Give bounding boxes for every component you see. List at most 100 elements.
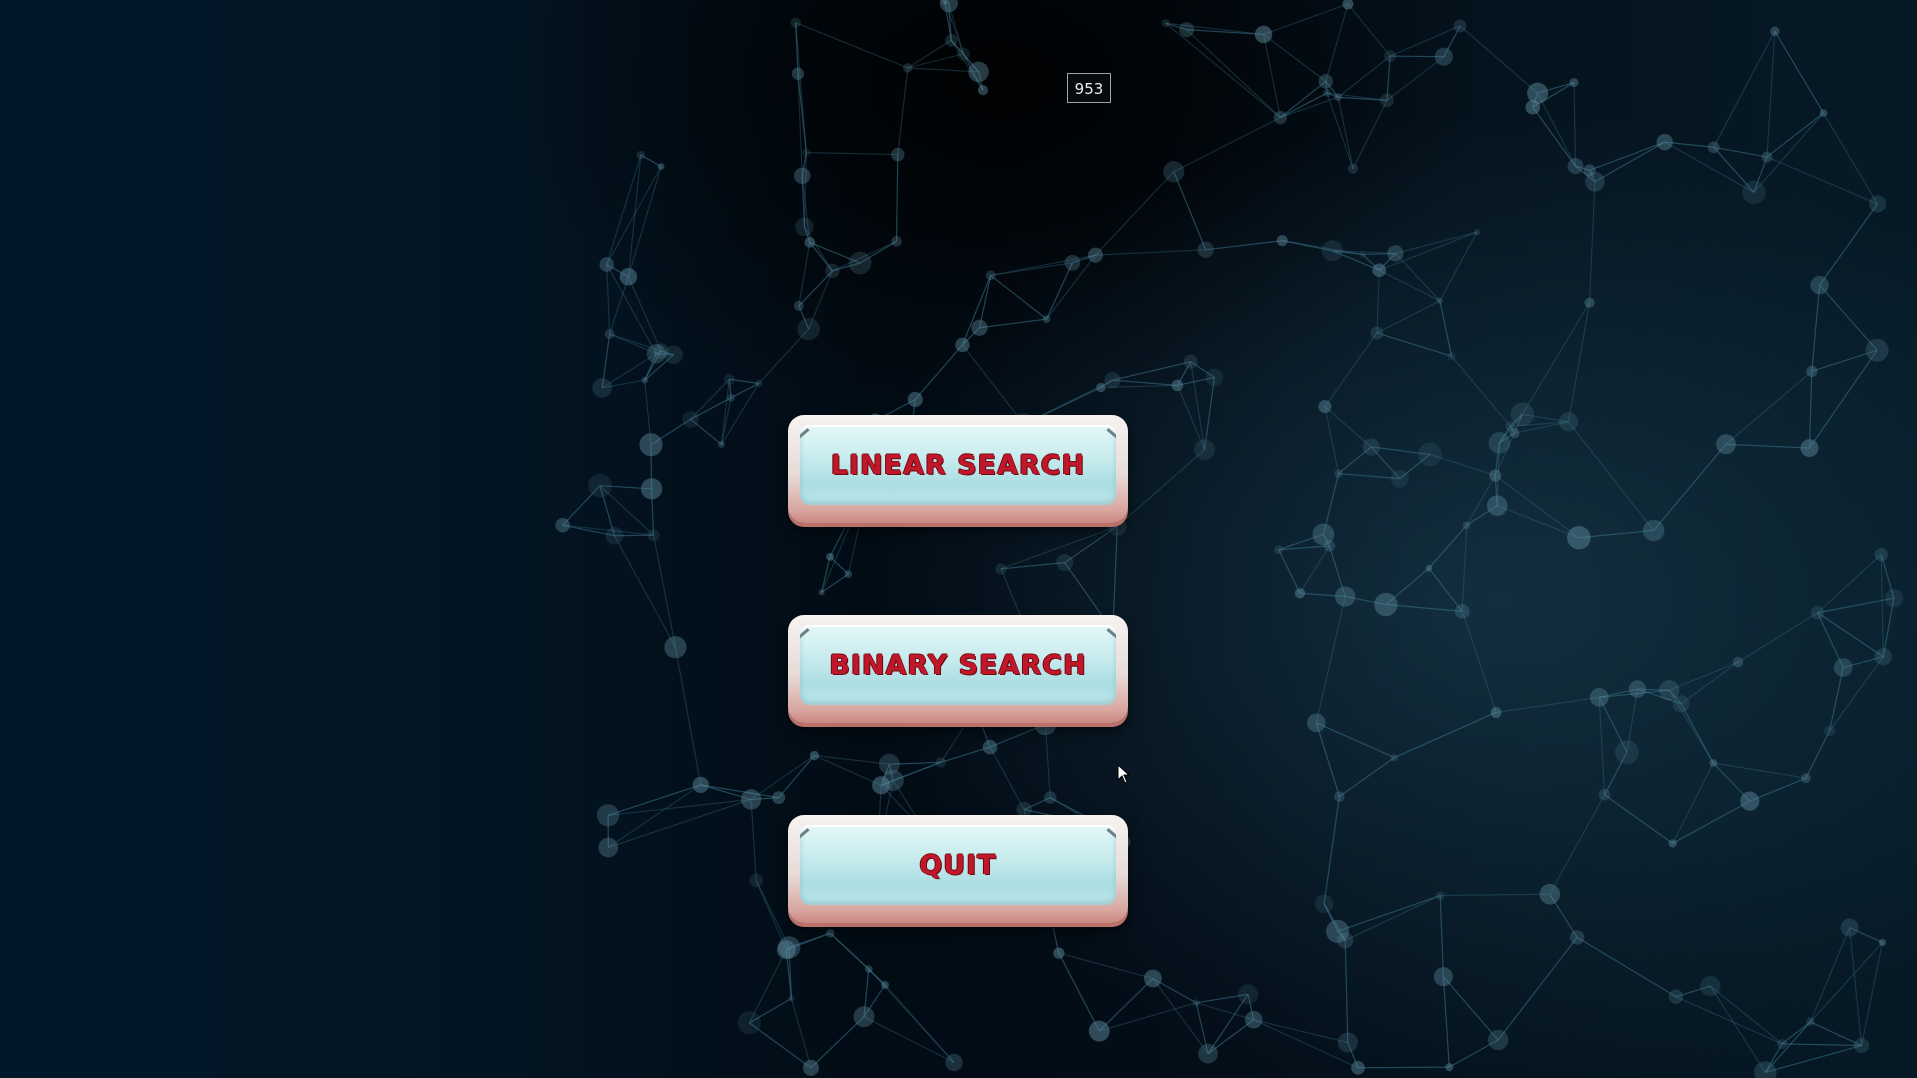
network-link	[1860, 942, 1884, 1046]
network-node	[902, 63, 913, 73]
network-node	[1318, 400, 1332, 414]
network-link	[895, 154, 899, 242]
quit-button[interactable]: QUIT	[788, 815, 1128, 923]
network-node	[1370, 326, 1384, 340]
network-link	[1395, 253, 1441, 302]
network-link	[907, 67, 979, 73]
linear-search-button[interactable]: LINEAR SEARCH	[788, 415, 1128, 523]
network-node	[1585, 171, 1605, 192]
network-link	[1497, 937, 1578, 1041]
network-link	[1725, 370, 1813, 445]
network-node	[1824, 725, 1835, 737]
network-link	[989, 746, 1025, 810]
network-link	[1461, 525, 1468, 612]
network-link	[1095, 249, 1206, 256]
network-link	[1805, 730, 1831, 779]
network-node	[1104, 372, 1121, 389]
network-node	[1874, 648, 1892, 666]
network-node	[1276, 235, 1288, 247]
network-link	[1386, 56, 1445, 101]
network-node	[1810, 275, 1829, 295]
network-node	[1840, 918, 1859, 937]
network-node	[1740, 791, 1760, 811]
binary-search-button[interactable]: BINARY SEARCH	[788, 615, 1128, 723]
network-node	[1435, 891, 1445, 900]
network-node	[891, 236, 902, 247]
network-node	[1321, 240, 1343, 262]
network-link	[979, 318, 1047, 329]
network-link	[1190, 361, 1206, 450]
network-node	[907, 391, 923, 408]
network-node	[598, 837, 619, 858]
network-node	[1742, 180, 1766, 205]
network-link	[674, 647, 702, 785]
network-node	[1244, 1010, 1263, 1029]
network-node	[1163, 161, 1185, 183]
network-node	[1569, 78, 1579, 88]
network-link	[810, 1016, 865, 1069]
network-link	[1323, 796, 1340, 904]
network-node	[1096, 382, 1106, 393]
network-link	[1278, 545, 1330, 551]
network-link	[1439, 300, 1453, 357]
network-node	[935, 757, 947, 768]
network-link	[1675, 996, 1783, 1045]
network-node	[1486, 495, 1508, 516]
network-link	[1173, 117, 1281, 173]
network-node	[1314, 894, 1334, 914]
network-node	[1254, 25, 1273, 44]
network-node	[1473, 228, 1481, 236]
network-node	[797, 317, 820, 341]
network-node	[1323, 89, 1331, 97]
network-link	[608, 784, 702, 848]
network-node	[664, 636, 687, 659]
network-link	[1532, 106, 1577, 167]
network-node	[881, 980, 889, 989]
network-node	[1318, 74, 1334, 89]
network-node	[853, 1006, 875, 1028]
network-node	[956, 47, 970, 61]
network-node	[641, 376, 648, 384]
network-link	[1337, 55, 1391, 98]
network-node	[1884, 589, 1904, 608]
network-link	[1811, 285, 1821, 372]
network-link	[914, 344, 963, 400]
network-link	[1808, 349, 1878, 449]
network-link	[1204, 377, 1216, 450]
network-link	[1376, 270, 1380, 334]
network-link	[907, 53, 964, 69]
network-link	[1495, 696, 1600, 714]
network-link	[1598, 697, 1606, 795]
network-link	[1808, 371, 1813, 449]
quit-label: QUIT	[919, 849, 997, 881]
network-node	[1205, 368, 1224, 387]
network-link	[961, 344, 1025, 425]
network-node	[1454, 603, 1470, 619]
network-node	[592, 378, 613, 398]
network-link	[1713, 762, 1807, 779]
network-node	[596, 804, 620, 827]
network-node	[1878, 938, 1887, 947]
network-node	[749, 873, 764, 888]
network-node	[795, 217, 814, 237]
network-node	[1390, 753, 1399, 762]
network-node	[692, 776, 709, 794]
network-link	[1766, 31, 1776, 158]
network-link	[829, 932, 870, 970]
network-link	[606, 264, 611, 334]
network-node	[1274, 545, 1284, 555]
network-node	[737, 1011, 762, 1035]
network-node	[1161, 19, 1170, 28]
network-link	[795, 22, 908, 69]
network-link	[1819, 284, 1878, 351]
network-link	[1461, 611, 1497, 713]
network-node	[1642, 519, 1665, 542]
network-link	[1819, 203, 1879, 286]
network-node	[772, 791, 786, 805]
network-link	[790, 998, 812, 1068]
network-node	[1865, 338, 1889, 362]
network-link	[1573, 82, 1577, 167]
network-node	[1656, 133, 1673, 151]
network-node	[1659, 680, 1680, 701]
network-link	[1044, 724, 1051, 798]
